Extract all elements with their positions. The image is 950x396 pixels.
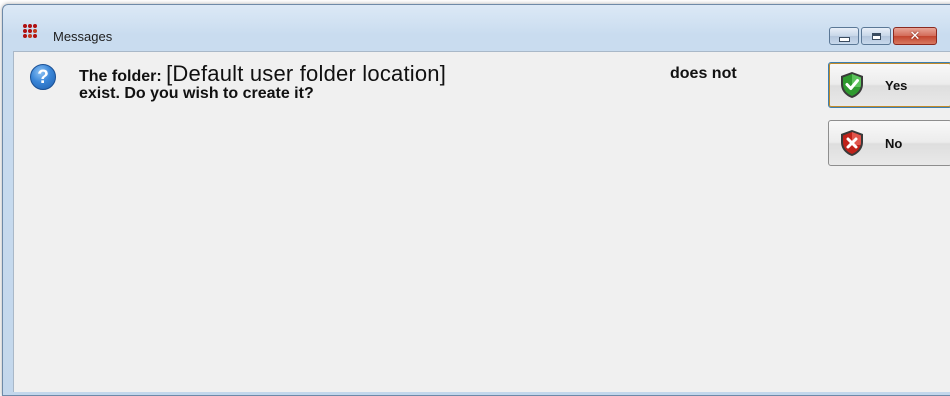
shield-x-icon [841,130,863,156]
close-icon: ✕ [909,28,921,44]
yes-button[interactable]: Yes [828,62,950,108]
maximize-button[interactable] [861,27,891,45]
message-text: The folder: [Default user folder locatio… [79,61,737,103]
window-title: Messages [53,29,113,44]
question-icon: ? [30,64,56,90]
message-prefix: The folder: [79,68,167,85]
shield-check-icon [841,72,863,98]
folder-placeholder: [Default user folder location] [166,61,447,86]
message-line-1: The folder: [Default user folder locatio… [79,61,737,86]
maximize-icon [871,32,881,40]
message-line-2: exist. Do you wish to create it? [79,85,314,102]
minimize-icon [838,36,850,42]
no-label: No [885,135,903,151]
dialog-body: ? The folder: [Default user folder locat… [13,51,950,392]
app-icon [23,24,41,38]
close-button[interactable]: ✕ [893,27,937,45]
title-bar[interactable]: Messages ✕ [3,5,950,45]
message-tail: does not [670,65,737,82]
yes-label: Yes [885,77,908,93]
messages-window: Messages ✕ ? The folder: [Default user f… [2,4,950,396]
no-button[interactable]: No [828,120,950,166]
minimize-button[interactable] [829,27,859,45]
caption-buttons: ✕ [829,27,939,47]
